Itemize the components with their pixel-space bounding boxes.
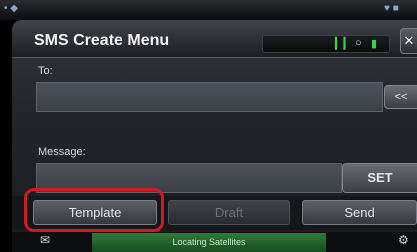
message-label: Message: (38, 146, 86, 158)
status-left-icons: • ◆ (4, 3, 18, 14)
page-title: SMS Create Menu (34, 32, 170, 49)
link-icon: ○ (355, 37, 362, 49)
set-button[interactable]: SET (342, 163, 417, 193)
connection-indicator: ▎▎ ○ ▮ (262, 35, 390, 53)
backspace-button[interactable]: << (384, 85, 417, 109)
status-bar: • ◆ ♥ ■ (0, 0, 417, 20)
gps-status-bar: Locating Satellites (92, 233, 326, 252)
message-icon[interactable]: ✉ (40, 233, 50, 247)
settings-icon[interactable]: ⚙ (398, 233, 409, 247)
battery-icon: ▮ (371, 38, 378, 50)
to-label: To: (38, 65, 53, 77)
to-field[interactable] (36, 82, 383, 112)
status-right-icons: ♥ ■ (384, 3, 399, 14)
template-highlight-frame (24, 188, 164, 232)
send-button[interactable]: Send (302, 200, 417, 225)
draft-button[interactable]: Draft (168, 200, 290, 225)
signal-icon: ▎▎ (335, 38, 352, 50)
close-button[interactable]: ✕ (400, 28, 417, 54)
